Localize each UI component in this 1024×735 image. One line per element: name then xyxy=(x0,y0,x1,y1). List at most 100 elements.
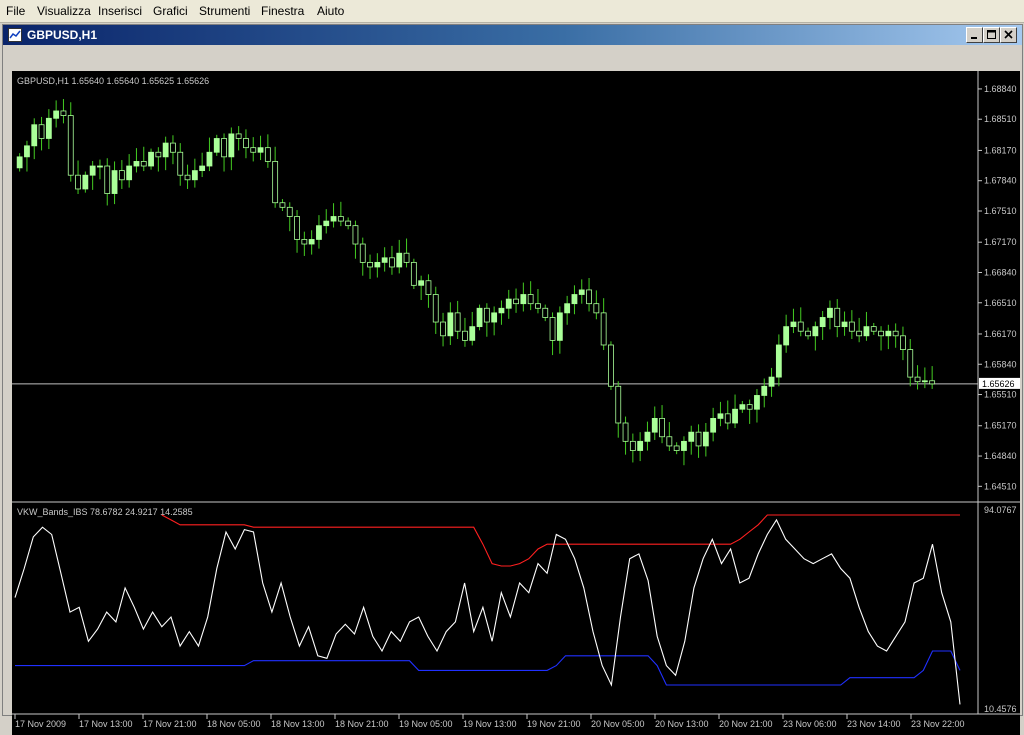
price-tick-label: 1.66510 xyxy=(984,298,1017,308)
candle-body xyxy=(264,147,271,162)
candle-body xyxy=(67,115,74,176)
candle-body xyxy=(688,431,695,442)
candle-body xyxy=(754,395,760,410)
candle-body xyxy=(191,170,198,181)
candle-body xyxy=(717,413,724,419)
candle-body xyxy=(469,326,476,341)
candle-body xyxy=(118,170,125,181)
candle-body xyxy=(622,422,629,442)
candle-body xyxy=(520,294,527,305)
candle-body xyxy=(505,298,512,309)
price-tick-label: 1.65510 xyxy=(984,390,1017,400)
candle-body xyxy=(878,330,884,337)
candle-body xyxy=(367,261,373,268)
candle-body xyxy=(695,431,702,447)
candle-body xyxy=(345,220,352,227)
candle-body xyxy=(491,312,498,323)
candle-body xyxy=(549,317,556,341)
indicator-tick-label: 94.0767 xyxy=(984,505,1017,515)
candle-body xyxy=(724,413,731,424)
price-tick-label: 1.66170 xyxy=(984,329,1017,339)
candle-body xyxy=(841,321,848,328)
candle-body xyxy=(359,243,366,263)
candle-body xyxy=(834,307,841,328)
menu-visualizza[interactable]: Visualizza xyxy=(37,4,91,18)
candle-body xyxy=(790,321,797,328)
candle-body xyxy=(651,418,658,433)
candle-body xyxy=(148,151,154,167)
time-tick-label: 20 Nov 21:00 xyxy=(719,719,773,729)
menu-aiuto[interactable]: Aiuto xyxy=(317,4,344,18)
candle-body xyxy=(812,326,819,337)
candle-body xyxy=(228,133,235,158)
indicator-title: VKW_Bands_IBS 78.6782 24.9217 14.2585 xyxy=(17,507,193,517)
candle-body xyxy=(425,280,432,295)
title-bar[interactable]: GBPUSD,H1 xyxy=(3,25,1022,45)
time-tick-label: 19 Nov 13:00 xyxy=(463,719,517,729)
candle-body xyxy=(104,165,111,194)
menu-grafici[interactable]: Grafici xyxy=(153,4,188,18)
candle-body xyxy=(199,165,206,172)
candle-body xyxy=(907,349,914,378)
candle-body xyxy=(250,147,257,153)
time-tick-label: 20 Nov 05:00 xyxy=(591,719,645,729)
candle-body xyxy=(586,289,592,305)
minimize-icon xyxy=(971,37,977,39)
price-tick-label: 1.65170 xyxy=(984,421,1017,431)
candle-body xyxy=(352,225,359,245)
candle-body xyxy=(272,161,279,204)
chart-area[interactable]: 1.68840 1.68510 1.68170 1.67840 1.67510 1.671… xyxy=(12,71,1020,735)
candle-body xyxy=(914,376,921,383)
candle-body xyxy=(600,312,607,346)
candle-body xyxy=(761,385,768,396)
candle-body xyxy=(848,321,855,332)
candle-body xyxy=(323,220,330,227)
candle-body xyxy=(418,280,425,286)
maximize-button[interactable] xyxy=(983,27,1000,43)
candle-body xyxy=(746,404,753,410)
candle-body xyxy=(863,326,870,337)
candle-body xyxy=(177,151,184,176)
main-chart-title: GBPUSD,H1 1.65640 1.65640 1.65625 1.6562… xyxy=(17,76,209,86)
ibs-line xyxy=(14,518,961,705)
chart-window: GBPUSD,H1 1.68840 1.68510 1.68170 1.67840 1.… xyxy=(2,24,1023,735)
time-tick-label: 18 Nov 13:00 xyxy=(271,719,325,729)
candle-body xyxy=(856,330,863,337)
candle-body xyxy=(45,117,52,139)
candle-body xyxy=(885,330,892,337)
price-tick-label: 1.64510 xyxy=(984,481,1017,491)
candle-body xyxy=(564,303,571,314)
candle-body xyxy=(213,138,220,153)
close-button[interactable] xyxy=(1000,27,1017,43)
candle-body xyxy=(155,151,162,158)
candle-body xyxy=(578,289,585,295)
candle-body xyxy=(797,321,804,332)
candle-body xyxy=(921,380,928,383)
candle-body xyxy=(615,385,622,424)
time-tick-label: 23 Nov 22:00 xyxy=(911,719,965,729)
price-tick-label: 1.65840 xyxy=(984,359,1017,369)
time-tick-label: 19 Nov 21:00 xyxy=(527,719,581,729)
candle-body xyxy=(673,445,680,451)
candle-body xyxy=(257,147,264,153)
candle-body xyxy=(337,216,344,222)
candle-body xyxy=(483,307,490,323)
candle-body xyxy=(637,440,644,451)
menu-strumenti[interactable]: Strumenti xyxy=(199,4,250,18)
menu-file[interactable]: File xyxy=(6,4,25,18)
candle-body xyxy=(527,294,534,305)
chart-canvas[interactable]: 1.68840 1.68510 1.68170 1.67840 1.67510 1.671… xyxy=(12,71,1020,735)
candle-body xyxy=(221,138,227,158)
candle-body xyxy=(535,303,541,309)
price-tick-label: 1.68170 xyxy=(984,145,1017,155)
candle-body xyxy=(542,307,549,318)
menu-finestra[interactable]: Finestra xyxy=(261,4,304,18)
price-tick-label: 1.68840 xyxy=(984,84,1017,94)
candle-body xyxy=(644,431,651,442)
minimize-button[interactable] xyxy=(966,27,983,43)
candle-body xyxy=(53,110,60,119)
candle-body xyxy=(775,344,782,378)
menu-inserisci[interactable]: Inserisci xyxy=(98,4,142,18)
candle-body xyxy=(330,216,337,222)
lower-band-line xyxy=(15,650,961,686)
